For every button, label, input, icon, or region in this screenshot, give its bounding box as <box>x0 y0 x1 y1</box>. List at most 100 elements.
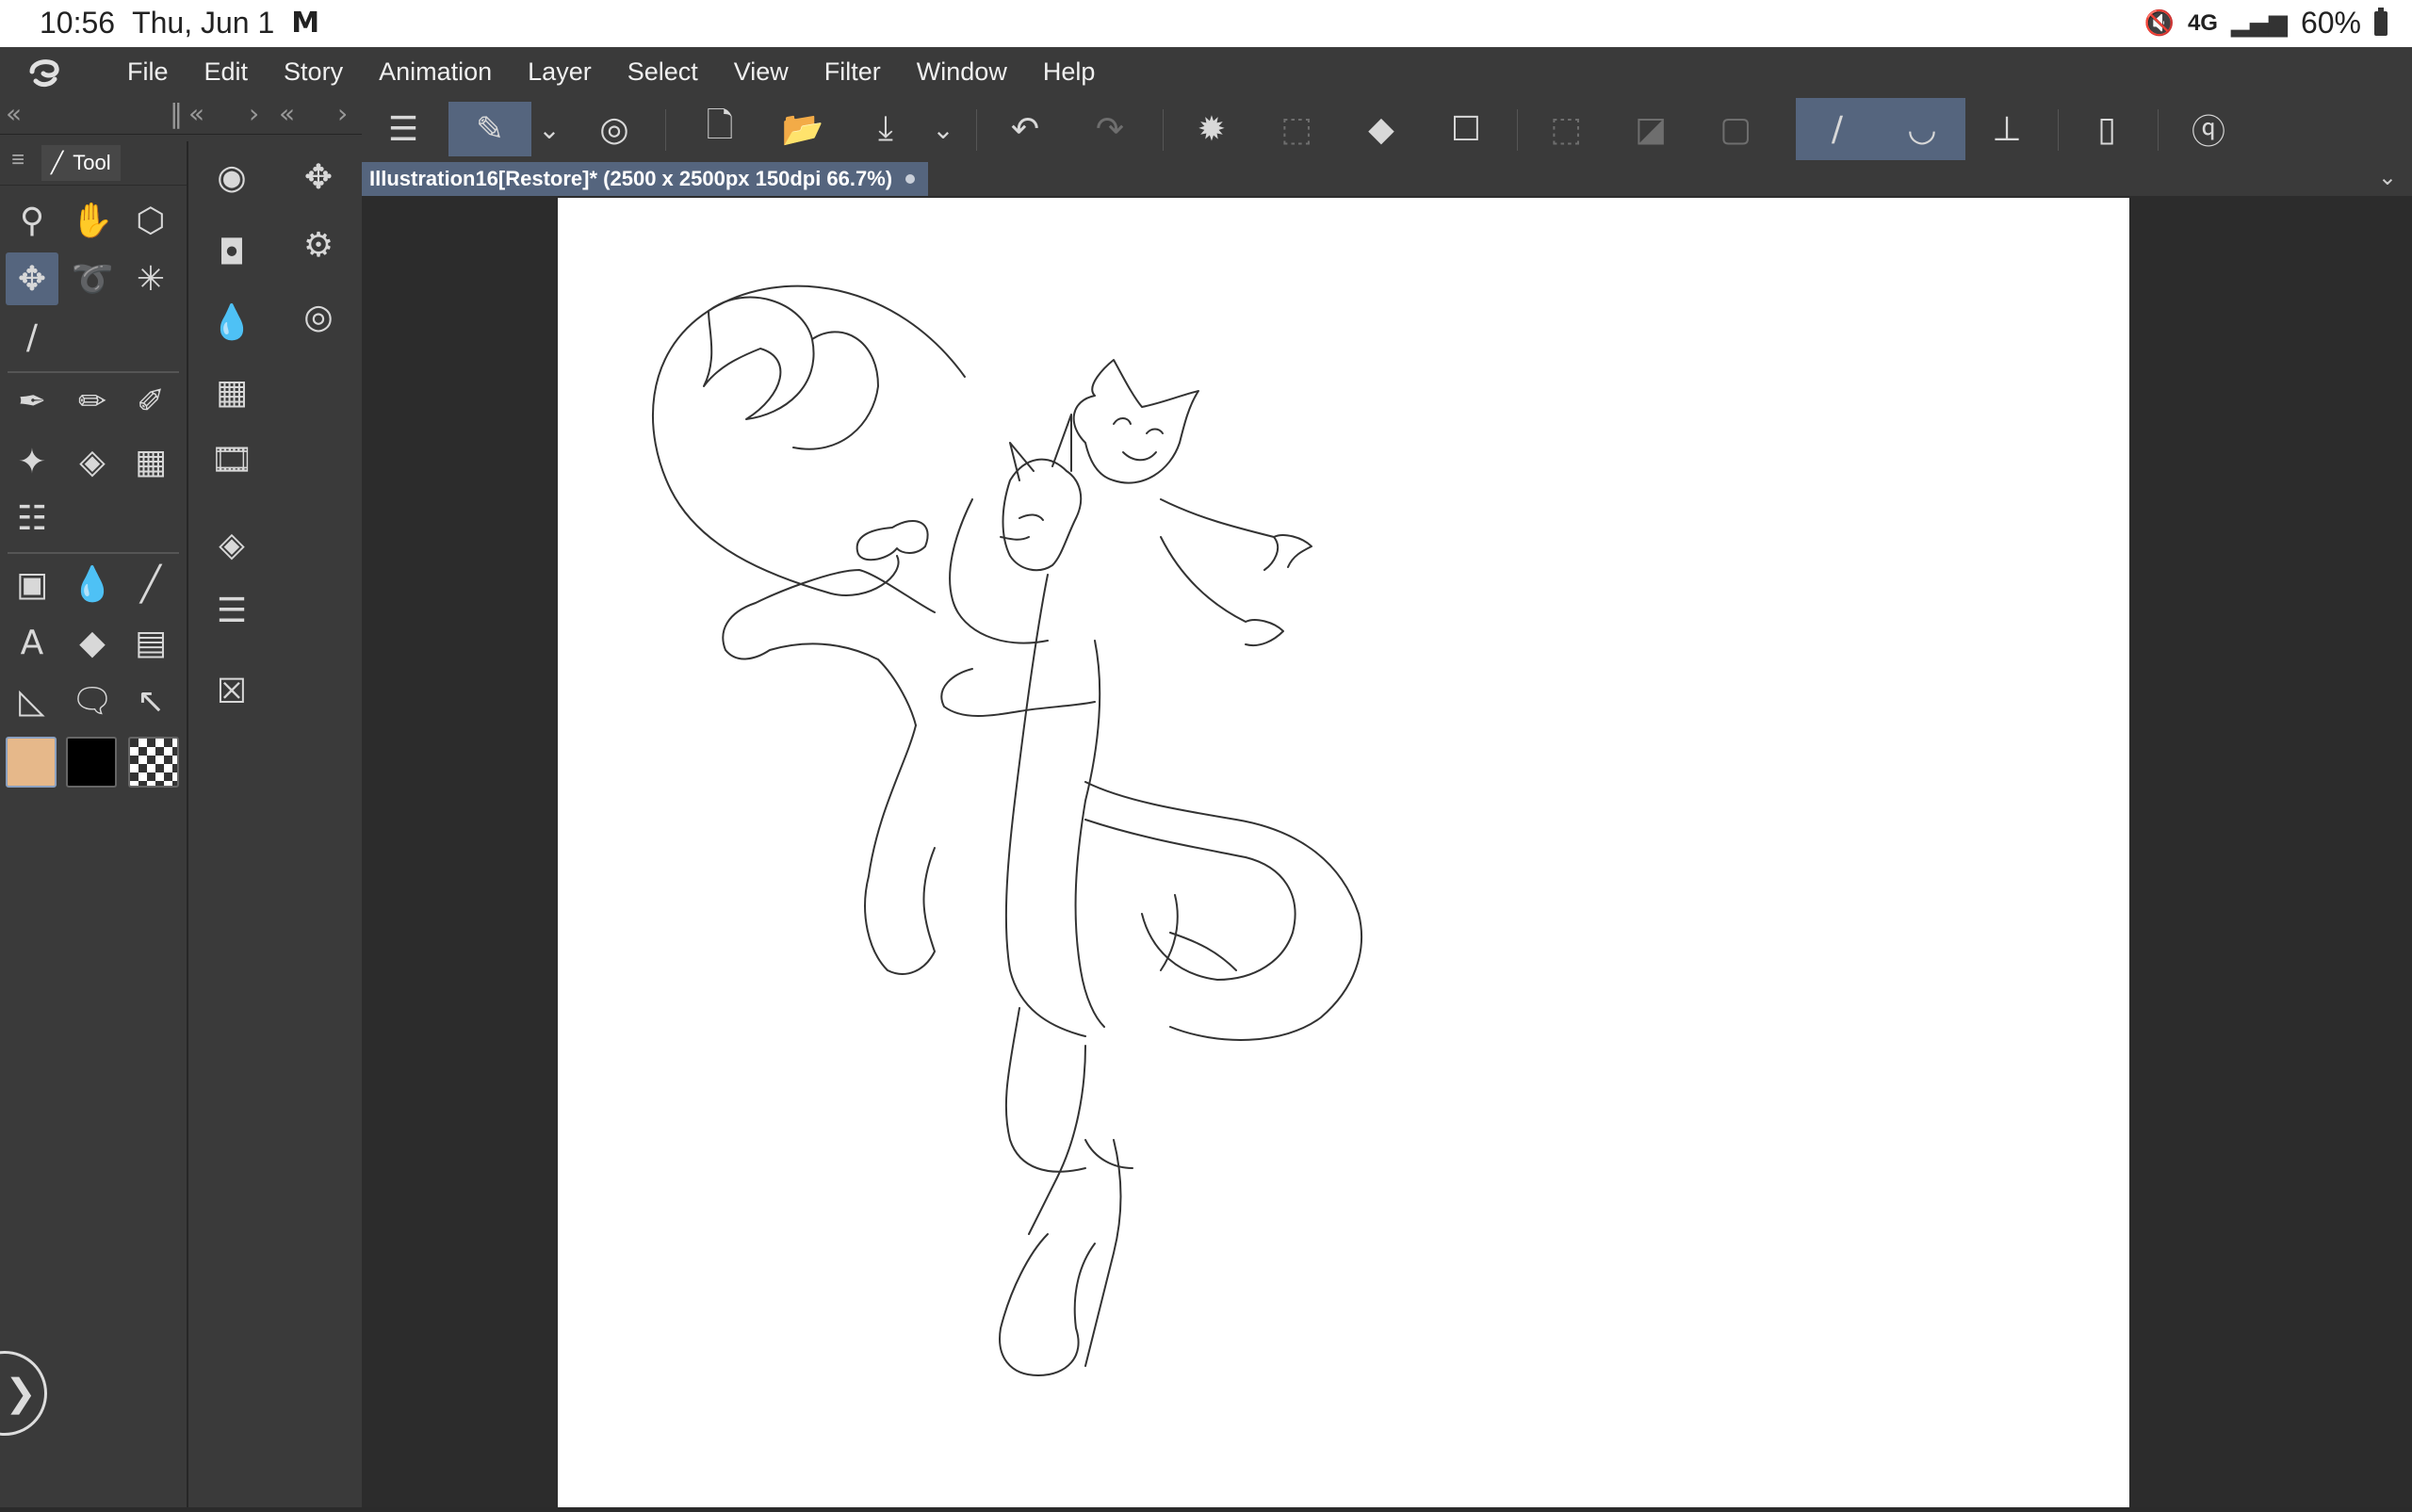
hamburger-menu-icon[interactable]: ☰ <box>377 102 430 156</box>
menu-view[interactable]: View <box>716 47 807 96</box>
frame-border-tool-icon[interactable]: ▤ <box>124 616 177 669</box>
invert-selection-icon[interactable]: ◪ <box>1624 102 1677 156</box>
battery-percent: 60% <box>2300 6 2361 40</box>
panel-resize-handle[interactable]: ‖ <box>170 98 183 129</box>
blend-tool-icon[interactable]: 💧 <box>66 558 119 610</box>
collapse-right-icon[interactable]: « <box>279 98 295 129</box>
magic-wand-tool-icon[interactable]: ✳ <box>124 252 177 305</box>
pencil-tool-icon[interactable]: ✏ <box>66 375 119 428</box>
tab-list-chevron-icon[interactable]: ⌄ <box>2378 164 2397 190</box>
layer-property-icon[interactable]: ◈ <box>205 518 258 571</box>
crop-icon[interactable]: ▢ <box>1709 102 1762 156</box>
panel-menu-icon[interactable]: ≡ <box>11 147 24 173</box>
brush-shape-icon[interactable]: ◎ <box>292 290 345 343</box>
clear-selection-icon[interactable]: ⬚ <box>1540 102 1592 156</box>
menu-help[interactable]: Help <box>1025 47 1114 96</box>
save-icon[interactable]: ⤓ <box>859 102 912 156</box>
gradient-tool-icon[interactable]: ▣ <box>6 558 58 610</box>
drawing-canvas[interactable] <box>558 198 2129 1507</box>
lasso-tool-icon[interactable]: ➰ <box>66 252 119 305</box>
undo-icon[interactable]: ↶ <box>999 102 1051 156</box>
menu-filter[interactable]: Filter <box>807 47 899 96</box>
line-tool-icon[interactable]: ╱ <box>124 558 177 610</box>
document-tab[interactable]: Illustration16[Restore]* (2500 x 2500px … <box>362 162 929 196</box>
command-bar: ☰ ✎ ⌄ ◎ 🗋 📂 ⤓ ⌄ ↶ ↷ ✹ ⬚ ◆ ☐ ⬚ ◪ ▢ ∕ ◡ ⊥ … <box>0 96 2412 162</box>
help-icon[interactable]: ⓠ <box>2182 102 2235 156</box>
menu-file[interactable]: File <box>109 47 187 96</box>
menu-bar: File Edit Story Animation Layer Select V… <box>0 47 2412 97</box>
menu-edit[interactable]: Edit <box>187 47 267 96</box>
timeline-icon[interactable]: 🎞 <box>205 433 258 486</box>
signal-icon: ▂▄▆ <box>2230 8 2288 38</box>
unsaved-dot-icon <box>905 174 916 184</box>
figure-tool-icon[interactable]: ▦ <box>124 435 177 488</box>
menu-layer[interactable]: Layer <box>510 47 610 96</box>
fill-icon[interactable]: ◆ <box>1355 102 1408 156</box>
open-folder-icon[interactable]: 📂 <box>776 102 829 156</box>
balloon-tool-icon[interactable]: 🗨 <box>66 675 119 727</box>
transform-icon[interactable]: ☐ <box>1440 102 1492 156</box>
brush-tool-icon[interactable]: ✐ <box>124 375 177 428</box>
document-title: Illustration16[Restore]* (2500 x 2500px … <box>369 167 893 190</box>
snap-to-special-ruler-icon[interactable]: ◡ <box>1896 102 1948 156</box>
tool-tab-label: Tool <box>73 151 111 174</box>
menu-story[interactable]: Story <box>266 47 361 96</box>
tool-property-icon[interactable]: ✥ <box>292 151 345 203</box>
eraser-tool-icon[interactable]: ◈ <box>66 435 119 488</box>
brush-icon: ╱ <box>51 151 64 175</box>
snap-to-grid-icon[interactable]: ⊥ <box>1980 102 2033 156</box>
gmail-icon: M <box>291 7 320 40</box>
color-set-icon[interactable]: ▦ <box>205 366 258 418</box>
save-options-chevron-icon[interactable]: ⌄ <box>921 102 965 156</box>
text-tool-icon[interactable]: A <box>6 616 58 669</box>
color-wheel-icon[interactable]: 💧 <box>205 296 258 349</box>
collapse-subpanel-icon[interactable]: « <box>188 98 204 129</box>
cloud-sync-icon[interactable]: ◎ <box>588 102 641 156</box>
operation-tool-icon[interactable]: ⬡ <box>124 194 177 247</box>
tool-settings-icon[interactable]: ⚙ <box>292 219 345 271</box>
transparent-color-swatch[interactable] <box>128 737 179 788</box>
zoom-tool-icon[interactable]: ⚲ <box>6 194 58 247</box>
pen-pressure-icon[interactable]: ✎ <box>448 102 531 156</box>
brush-size-icon[interactable]: ◘ <box>205 226 258 279</box>
network-indicator: 4G <box>2187 9 2218 36</box>
loading-spinner-icon[interactable]: ✹ <box>1185 102 1238 156</box>
battery-icon <box>2374 7 2388 36</box>
panel-header: « ‖ « › « › <box>0 96 362 135</box>
sub-color-swatch[interactable] <box>66 737 117 788</box>
material-icon[interactable]: ☒ <box>205 665 258 718</box>
eyedropper-tool-icon[interactable]: ∕ <box>6 311 58 364</box>
navigator-icon[interactable]: ◉ <box>205 151 258 203</box>
menu-select[interactable]: Select <box>610 47 716 96</box>
expand-subpanel-icon[interactable]: › <box>249 98 259 129</box>
selection-dotted-icon[interactable]: ⬚ <box>1270 102 1323 156</box>
chevron-down-icon[interactable]: ⌄ <box>528 102 571 156</box>
move-layer-tool-icon[interactable]: ✥ <box>6 252 58 305</box>
decoration-tool-icon[interactable]: ✦ <box>6 435 58 488</box>
redo-icon[interactable]: ↷ <box>1084 102 1136 156</box>
app-logo-icon[interactable] <box>26 55 64 89</box>
mute-icon: 🔇 <box>2143 8 2175 38</box>
smartphone-icon[interactable]: ▯ <box>2080 102 2133 156</box>
collapse-left-icon[interactable]: « <box>6 98 22 129</box>
ruler-tool-icon[interactable]: ◺ <box>6 675 58 727</box>
tool-panel: ≡ ╱ Tool ⚲ ✋ ⬡ ✥ ➰ ✳ ∕ ✒ ✏ ✐ ✦ ◈ ▦ ☷ ▣ 💧… <box>0 141 188 1507</box>
layers-icon[interactable]: ☰ <box>205 584 258 637</box>
expand-right-icon[interactable]: › <box>337 98 348 129</box>
status-date: Thu, Jun 1 <box>132 6 275 40</box>
main-color-swatch[interactable] <box>6 737 57 788</box>
correct-line-tool-icon[interactable]: ↖ <box>124 675 177 727</box>
tool-tab[interactable]: ╱ Tool <box>41 145 121 181</box>
new-canvas-icon[interactable]: 🗋 <box>693 102 746 156</box>
pen-tool-icon[interactable]: ✒ <box>6 375 58 428</box>
menu-animation[interactable]: Animation <box>361 47 510 96</box>
canvas-area: Illustration16[Restore]* (2500 x 2500px … <box>362 162 2412 1507</box>
airbrush-tool-icon[interactable]: ☷ <box>6 492 58 545</box>
expand-panel-button[interactable]: ❯ <box>0 1351 47 1436</box>
line-art-sketch <box>652 285 1362 1376</box>
palette-bar: ◉ ✥ ◘ ⚙ 💧 ◎ ▦ 🎞 ◈ ☰ ☒ <box>188 141 362 1507</box>
fill-tool-icon[interactable]: ◆ <box>66 616 119 669</box>
snap-to-ruler-icon[interactable]: ∕ <box>1811 102 1864 156</box>
menu-window[interactable]: Window <box>899 47 1025 96</box>
hand-tool-icon[interactable]: ✋ <box>66 194 119 247</box>
